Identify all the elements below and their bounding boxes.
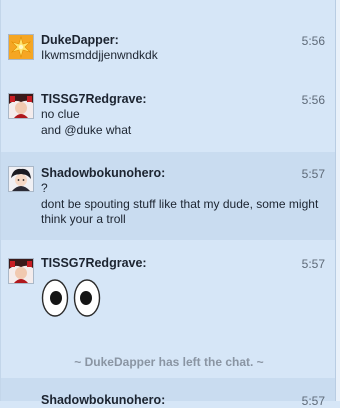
message-timestamp: 5:56 [301, 93, 325, 107]
message-username[interactable]: Shadowbokunohero: [41, 166, 165, 180]
anime-portrait-icon[interactable] [8, 166, 34, 192]
eyes-emoji-icon [41, 278, 101, 323]
character-portrait-icon[interactable] [8, 258, 34, 284]
message-username[interactable]: TISSG7Redgrave: [41, 256, 147, 270]
message-timestamp: 5:57 [301, 167, 325, 181]
message-text: and @duke what [41, 123, 132, 137]
message-username[interactable]: Shadowbokunohero: [41, 393, 165, 407]
message-text: dont be spouting stuff like that my dude… [41, 197, 319, 226]
system-message: ~ DukeDapper has left the chat. ~ [74, 355, 264, 369]
message-timestamp: 5:56 [301, 34, 325, 48]
chat-message: Shadowbokunohero: 5:57 [1, 378, 337, 408]
character-portrait-icon[interactable] [8, 93, 34, 119]
message-username[interactable]: DukeDapper: [41, 33, 119, 47]
chat-message: Shadowbokunohero: 5:57 ? dont be spoutin… [1, 152, 337, 240]
message-username[interactable]: TISSG7Redgrave: [41, 92, 147, 106]
message-timestamp: 5:57 [301, 394, 325, 408]
message-text: no clue [41, 107, 80, 121]
chat-log: DukeDapper: 5:56 Ikwmsmddjjenwndkdk TISS… [0, 0, 337, 408]
message-timestamp: 5:57 [301, 257, 325, 271]
chat-message: DukeDapper: 5:56 Ikwmsmddjjenwndkdk [1, 24, 337, 72]
chat-message: TISSG7Redgrave: 5:56 no clue and @duke w… [1, 82, 337, 144]
chat-message: TISSG7Redgrave: 5:57 [1, 248, 337, 330]
star-burst-icon[interactable] [8, 34, 34, 60]
message-text: Ikwmsmddjjenwndkdk [41, 48, 158, 62]
scrollbar[interactable] [335, 0, 340, 401]
message-text: ? [41, 181, 48, 195]
